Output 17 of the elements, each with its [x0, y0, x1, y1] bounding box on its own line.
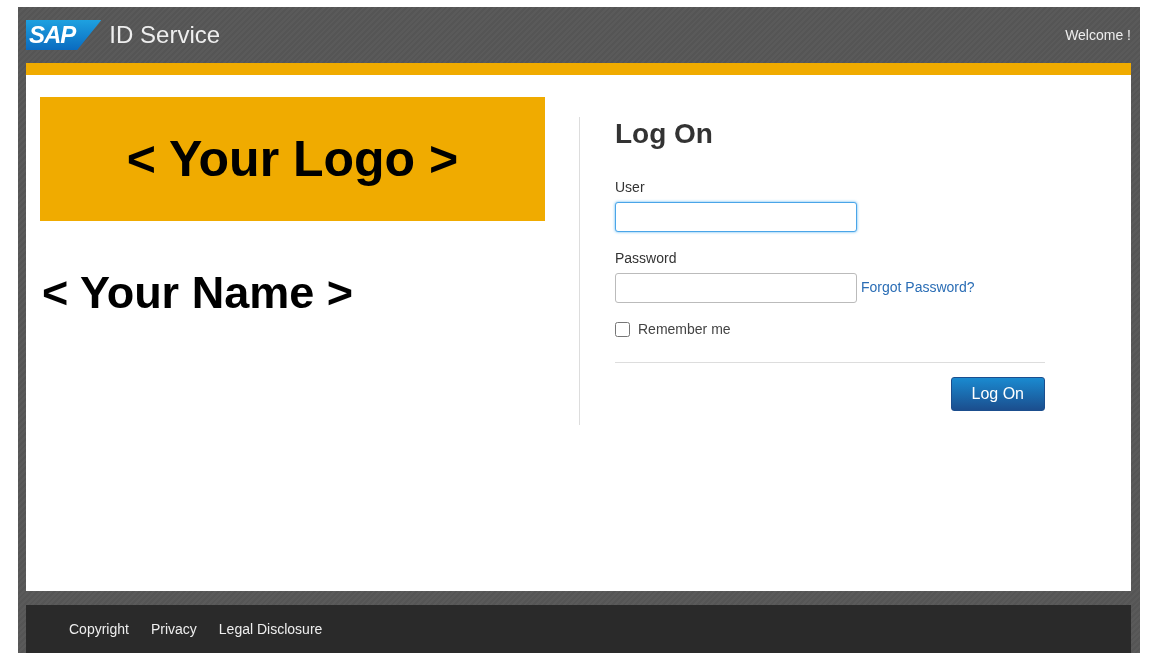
field-label: User	[615, 177, 646, 197]
remember-checkbox[interactable]	[615, 321, 630, 337]
forgot-password-link[interactable]: Forgot Password?	[861, 277, 975, 299]
input-field[interactable]	[615, 201, 857, 232]
welcome-text: Welcome !	[1065, 25, 1131, 45]
footer-link[interactable]: Copyright	[69, 618, 129, 640]
name-heading: < Your Name >	[42, 266, 354, 320]
login-heading: Log On	[615, 117, 714, 151]
footer-link[interactable]: Privacy	[150, 618, 197, 640]
logo-banner: < Your Logo >	[40, 97, 545, 221]
remember-label: Remember me	[638, 319, 731, 339]
field-label: Password	[615, 248, 678, 268]
log-on-button[interactable]: Log On	[950, 376, 1045, 411]
sap-logo: SAP	[26, 20, 102, 50]
footer-link[interactable]: Legal Disclosure	[218, 618, 323, 640]
input-field[interactable]	[615, 272, 857, 303]
app-title: ID Service	[109, 20, 221, 50]
